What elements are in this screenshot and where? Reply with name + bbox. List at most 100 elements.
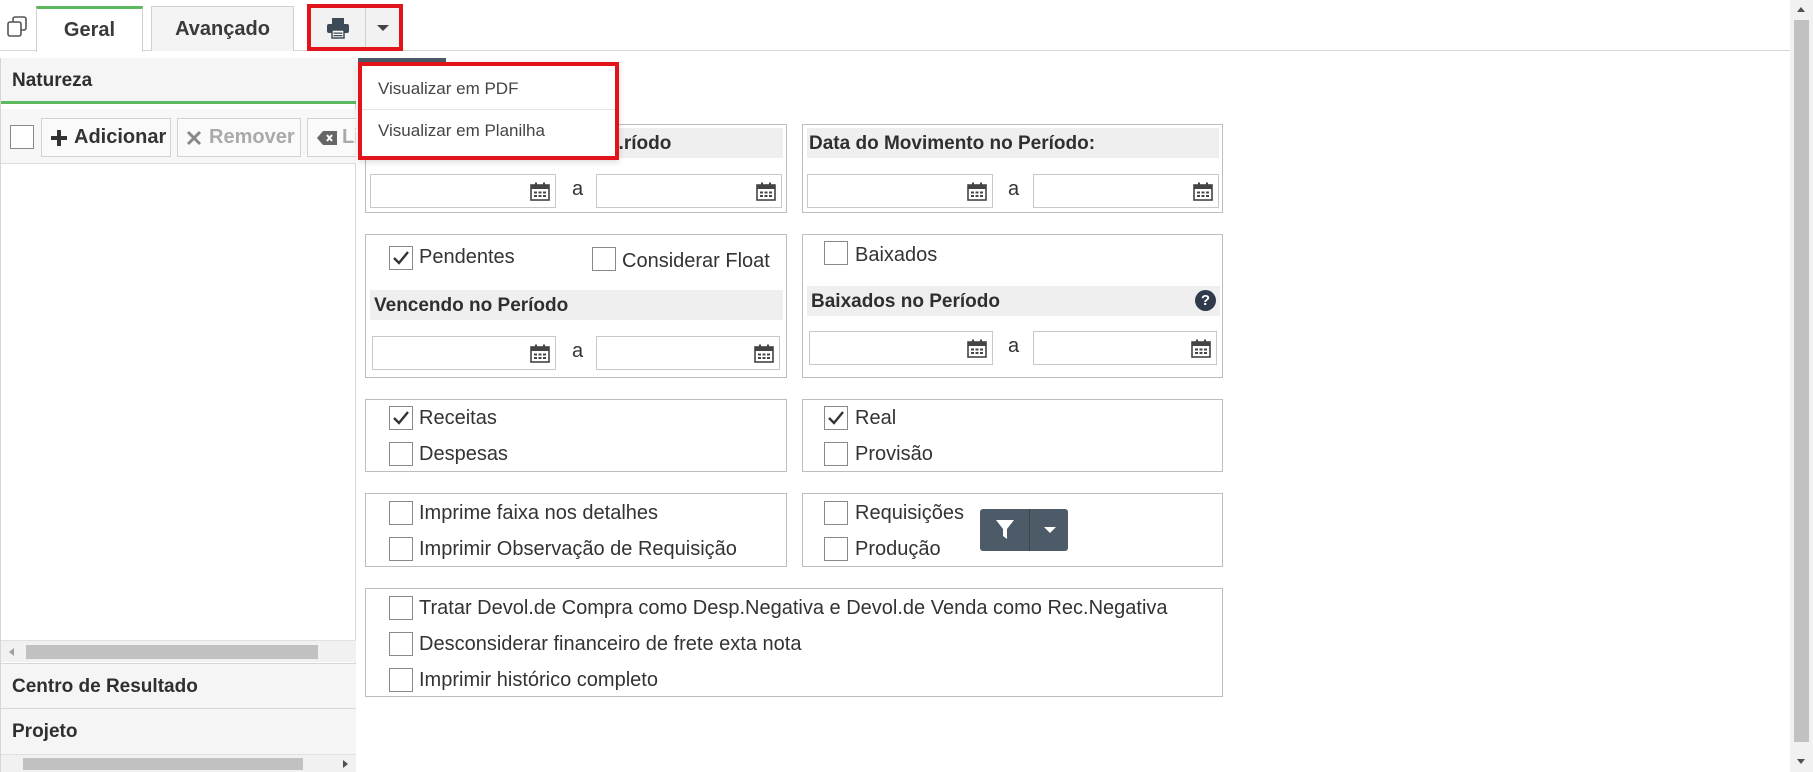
imprime-faixa-checkbox[interactable] — [389, 501, 413, 525]
requisicoes-checkbox[interactable] — [824, 501, 848, 525]
considerar-float-checkbox[interactable] — [592, 247, 616, 271]
desconsiderar-frete-label: Desconsiderar financeiro de frete exta n… — [419, 633, 802, 655]
vencendo-title: Vencendo no Período — [370, 290, 783, 320]
section-header-projeto[interactable]: Projeto — [1, 708, 356, 754]
left-panel: Natureza Adicionar Remover Li Cent — [0, 58, 356, 772]
imprimir-observacao-checkbox[interactable] — [389, 537, 413, 561]
tratar-devolucao-checkbox[interactable] — [389, 596, 413, 620]
real-provisao-box: Real Provisão — [802, 399, 1223, 472]
calendar-icon[interactable] — [1191, 339, 1211, 358]
add-button[interactable]: Adicionar — [41, 118, 171, 157]
section-title-centro-de-resultado: Centro de Resultado — [12, 676, 198, 697]
vencendo-end-date[interactable] — [596, 336, 780, 370]
imprimir-observacao-label: Imprimir Observação de Requisição — [419, 538, 737, 560]
baixados-label: Baixados — [855, 244, 938, 266]
movement-end-date[interactable] — [1033, 174, 1219, 208]
select-all-checkbox[interactable] — [10, 125, 34, 149]
scrollbar-thumb[interactable] — [1794, 20, 1809, 742]
scroll-up-arrow-icon[interactable] — [1797, 7, 1805, 12]
baixados-checkbox[interactable] — [824, 241, 848, 265]
despesas-label: Despesas — [419, 443, 508, 465]
copy-icon[interactable] — [6, 16, 28, 38]
tab-avancado[interactable]: Avançado — [151, 6, 294, 51]
help-icon[interactable]: ? — [1195, 290, 1216, 311]
real-label: Real — [855, 407, 897, 429]
add-button-label: Adicionar — [74, 126, 167, 148]
requisicoes-label: Requisições — [855, 502, 964, 524]
provisao-checkbox[interactable] — [824, 442, 848, 466]
section-header-natureza[interactable]: Natureza — [1, 58, 356, 104]
real-checkbox[interactable] — [824, 406, 848, 430]
baixados-start-date[interactable] — [809, 331, 993, 365]
check-icon — [393, 411, 409, 425]
movement-separator: a — [1008, 178, 1020, 200]
section-header-centro-de-resultado[interactable]: Centro de Resultado — [1, 663, 356, 709]
baixados-end-date[interactable] — [1033, 331, 1217, 365]
period-1-end-date[interactable] — [596, 174, 782, 208]
receitas-despesas-box: Receitas Despesas — [365, 399, 787, 472]
section-title-projeto: Projeto — [12, 721, 78, 742]
menu-item-visualizar-pdf[interactable]: Visualizar em PDF — [362, 69, 615, 110]
scroll-right-arrow-icon[interactable] — [343, 760, 348, 768]
pendentes-label: Pendentes — [419, 246, 515, 268]
filter-dropdown-toggle[interactable] — [1031, 509, 1068, 551]
page-vertical-scrollbar[interactable] — [1790, 0, 1813, 772]
check-icon — [393, 251, 409, 265]
tratar-devolucao-label: Tratar Devol.de Compra como Desp.Negativ… — [419, 597, 1168, 619]
baixados-periodo-title: Baixados no Período — [807, 286, 1220, 316]
natureza-toolbar: Adicionar Remover Li — [1, 109, 356, 164]
section-title-natureza: Natureza — [12, 70, 93, 91]
left-panel-bottom-scrollbar[interactable] — [1, 754, 356, 772]
calendar-icon[interactable] — [754, 344, 774, 363]
calendar-icon[interactable] — [967, 339, 987, 358]
caret-down-icon — [376, 24, 389, 31]
menu-item-visualizar-planilha[interactable]: Visualizar em Planilha — [362, 111, 615, 152]
tab-avancado-label: Avançado — [175, 17, 270, 40]
clear-button-label: Li — [342, 126, 356, 148]
times-icon — [186, 130, 202, 145]
desconsiderar-frete-checkbox[interactable] — [389, 632, 413, 656]
pendentes-checkbox[interactable] — [389, 246, 413, 270]
filter-button-group — [980, 509, 1068, 551]
tab-geral-label: Geral — [63, 19, 116, 41]
imprime-faixa-label: Imprime faixa nos detalhes — [419, 502, 659, 524]
printer-icon — [326, 17, 349, 39]
calendar-icon[interactable] — [1193, 182, 1213, 201]
calendar-icon[interactable] — [756, 182, 776, 201]
scroll-left-arrow-icon[interactable] — [9, 648, 14, 656]
remove-button[interactable]: Remover — [177, 118, 301, 157]
historico-completo-checkbox[interactable] — [389, 668, 413, 692]
producao-checkbox[interactable] — [824, 537, 848, 561]
movement-period-box: Data do Movimento no Período: a — [802, 124, 1223, 213]
receitas-label: Receitas — [419, 407, 497, 429]
tab-geral[interactable]: Geral — [36, 6, 143, 52]
scroll-down-arrow-icon[interactable] — [1797, 759, 1805, 764]
baixados-box: Baixados Baixados no Período ? a — [802, 234, 1223, 378]
calendar-icon[interactable] — [530, 182, 550, 201]
baixados-separator: a — [1008, 335, 1020, 357]
receitas-checkbox[interactable] — [389, 406, 413, 430]
scrollbar-thumb[interactable] — [26, 645, 318, 659]
scrollbar-thumb[interactable] — [23, 758, 303, 770]
caret-down-icon — [1043, 527, 1056, 533]
period-1-start-date[interactable] — [370, 174, 556, 208]
remove-button-label: Remover — [209, 126, 295, 148]
print-button[interactable] — [311, 8, 364, 47]
filter-button[interactable] — [980, 509, 1030, 551]
period-1-separator: a — [572, 178, 584, 200]
print-button-group — [307, 4, 403, 51]
provisao-label: Provisão — [855, 443, 933, 465]
despesas-checkbox[interactable] — [389, 442, 413, 466]
clear-button[interactable]: Li — [307, 118, 356, 157]
movement-start-date[interactable] — [807, 174, 993, 208]
print-dropdown-toggle[interactable] — [365, 8, 399, 47]
vencendo-start-date[interactable] — [372, 336, 556, 370]
calendar-icon[interactable] — [967, 182, 987, 201]
considerar-float-label: Considerar Float — [622, 250, 770, 272]
pendentes-box: Pendentes Considerar Float Vencendo no P… — [365, 234, 787, 378]
outras-opcoes-box: Tratar Devol.de Compra como Desp.Negativ… — [365, 588, 1223, 697]
producao-label: Produção — [855, 538, 941, 560]
calendar-icon[interactable] — [530, 344, 550, 363]
natureza-horizontal-scrollbar[interactable] — [1, 640, 356, 662]
historico-completo-label: Imprimir histórico completo — [419, 669, 658, 691]
